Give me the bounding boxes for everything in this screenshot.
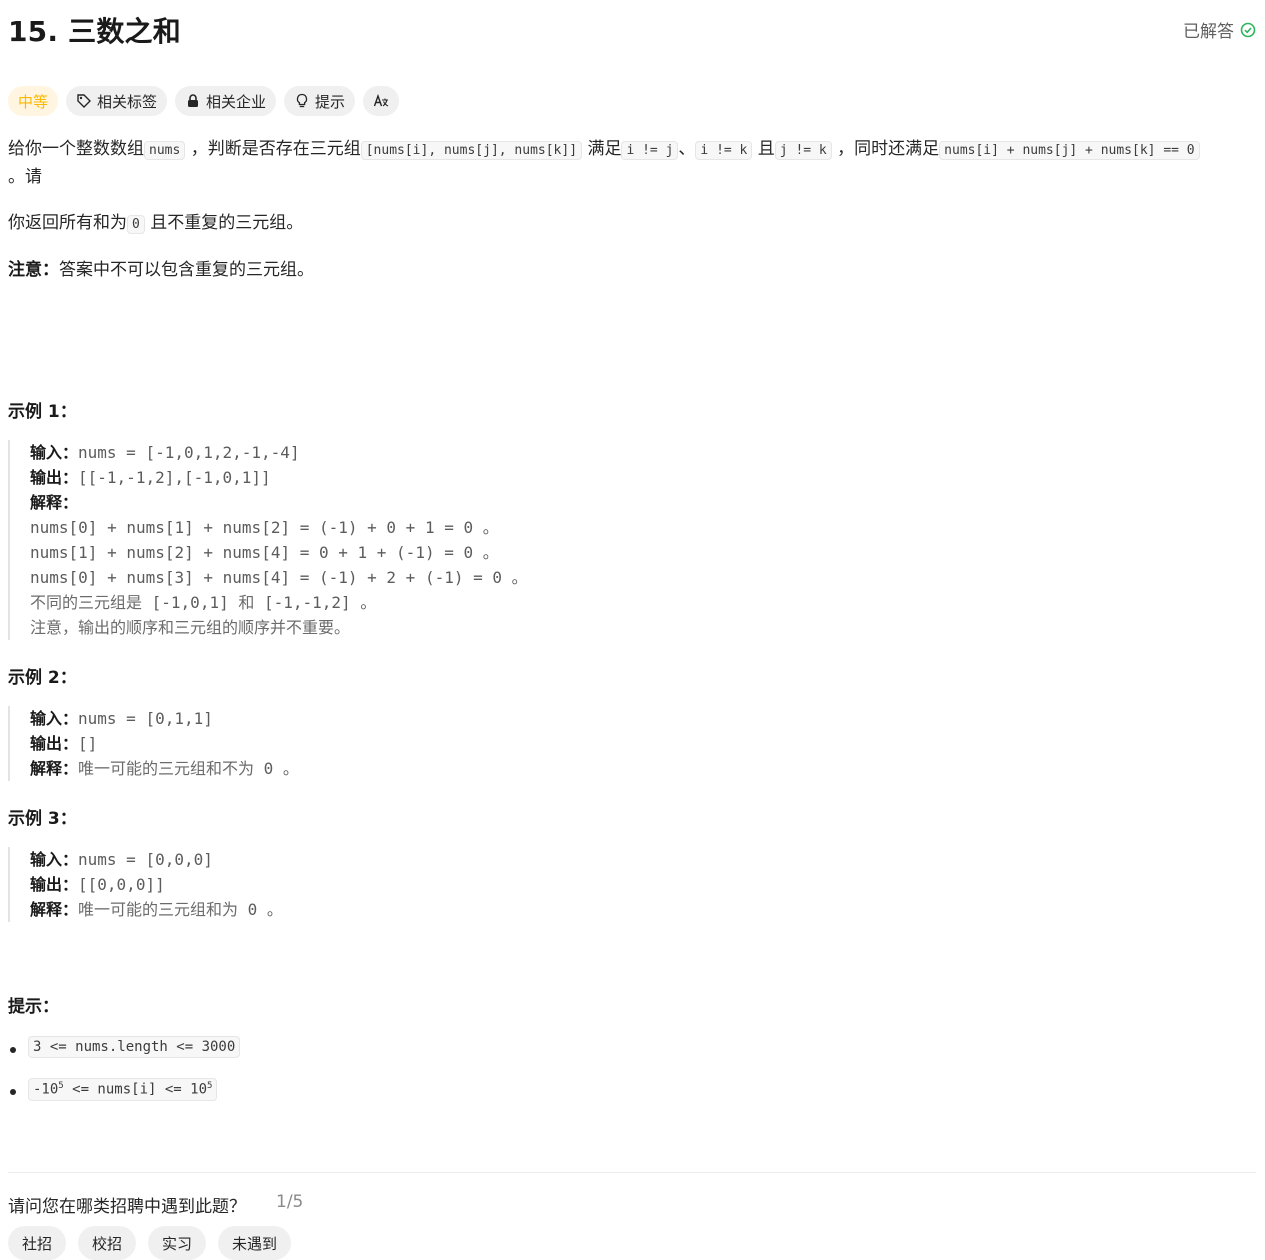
solved-status: 已解答 xyxy=(1183,17,1256,42)
related-companies-label: 相关企业 xyxy=(206,92,267,111)
problem-description: 给你一个整数数组 nums ，判断是否存在三元组 [nums[i], nums[j]… xyxy=(8,136,1208,303)
explain-text: 唯一可能的三元组和不为 xyxy=(78,759,255,778)
example-1-title: 示例 1： xyxy=(8,402,77,422)
output-label: 输出： xyxy=(30,468,79,487)
survey-page-indicator: 1/5 xyxy=(276,1192,304,1212)
example-3-block: 输入：nums = [0,0,0] 输出：[[0,0,0]] 解释：唯一可能的三… xyxy=(8,847,283,922)
example-output: [[-1,-1,2],[-1,0,1]] xyxy=(78,468,271,487)
inline-code: nums xyxy=(144,141,186,160)
problem-header: 15. 三数之和 已解答 xyxy=(8,0,1256,60)
example-input: nums = [0,1,1] xyxy=(78,709,213,728)
description-paragraph-2: 你返回所有和为 0 且不重复的三元组。 xyxy=(8,213,304,234)
example-3-title: 示例 3： xyxy=(8,809,77,829)
problem-title[interactable]: 15. 三数之和 xyxy=(8,10,181,50)
explain-text: 唯一可能的三元组和为 xyxy=(78,900,239,919)
explain-line: 不同的三元组是 [-1,0,1] 和 [-1,-1,2] 。 xyxy=(30,593,377,612)
explain-value: 0 。 xyxy=(238,900,283,919)
hint-button[interactable]: 提示 xyxy=(284,86,356,116)
lightbulb-icon xyxy=(296,93,308,108)
explain-label: 解释： xyxy=(30,900,79,919)
constraints-list: 3 <= nums.length <= 3000 -105 <= nums[i]… xyxy=(8,1036,241,1120)
tag-bar: 中等 相关标签 相关企业 提示 xyxy=(8,86,400,116)
constraint-item: 3 <= nums.length <= 3000 xyxy=(8,1036,241,1078)
related-tags-label: 相关标签 xyxy=(97,92,158,111)
check-circle-icon xyxy=(1240,22,1256,37)
inline-code: j != k xyxy=(774,141,832,160)
output-label: 输出： xyxy=(30,875,79,894)
survey-question: 请问您在哪类招聘中遇到此题？ xyxy=(8,1197,246,1217)
explain-line: nums[0] + nums[3] + nums[4] = (-1) + 2 +… xyxy=(30,568,528,587)
explain-line: 注意，输出的顺序和三元组的顺序并不重要。 xyxy=(30,618,351,637)
solved-label: 已解答 xyxy=(1183,22,1234,42)
example-output: [] xyxy=(78,734,98,753)
tag-icon xyxy=(77,94,92,108)
constraint-code: 3 <= nums.length <= 3000 xyxy=(28,1036,241,1058)
explain-label: 解释： xyxy=(30,493,79,512)
example-2-title: 示例 2： xyxy=(8,668,77,688)
related-companies-button[interactable]: 相关企业 xyxy=(175,86,277,116)
example-input: nums = [-1,0,1,2,-1,-4] xyxy=(78,443,300,462)
survey-option-campus[interactable]: 校招 xyxy=(78,1226,137,1260)
input-label: 输入： xyxy=(30,443,79,462)
difficulty-label: 中等 xyxy=(18,92,49,111)
related-tags-button[interactable]: 相关标签 xyxy=(66,86,168,116)
lock-icon xyxy=(188,94,199,107)
description-paragraph-1: 给你一个整数数组 nums ，判断是否存在三元组 [nums[i], nums[j]… xyxy=(8,136,1208,191)
hint-label: 提示 xyxy=(315,92,346,111)
translate-icon xyxy=(373,93,389,107)
inline-code: 0 xyxy=(127,215,145,234)
explain-line: nums[1] + nums[2] + nums[4] = 0 + 1 + (-… xyxy=(30,543,499,562)
input-label: 输入： xyxy=(30,850,79,869)
note-text: 答案中不可以包含重复的三元组。 xyxy=(59,260,314,280)
inline-code: i != k xyxy=(695,141,753,160)
explain-line: nums[0] + nums[1] + nums[2] = (-1) + 0 +… xyxy=(30,518,499,537)
explain-value: 0 。 xyxy=(254,759,299,778)
input-label: 输入： xyxy=(30,709,79,728)
survey-option-social[interactable]: 社招 xyxy=(8,1226,67,1260)
constraint-code: -105 <= nums[i] <= 105 xyxy=(28,1078,218,1101)
problem-page: 15. 三数之和 已解答 中等 相关标签 相关企业 提示 给你一个整数数组 nu… xyxy=(8,0,1256,1260)
example-input: nums = [0,0,0] xyxy=(78,850,213,869)
example-output: [[0,0,0]] xyxy=(78,875,165,894)
explain-label: 解释： xyxy=(30,759,79,778)
survey-option-intern[interactable]: 实习 xyxy=(148,1226,207,1260)
output-label: 输出： xyxy=(30,734,79,753)
inline-code: i != j xyxy=(621,141,679,160)
survey-options: 社招 校招 实习 未遇到 xyxy=(8,1226,292,1260)
constraint-item: -105 <= nums[i] <= 105 xyxy=(8,1078,240,1120)
inline-code: [nums[i], nums[j], nums[k]] xyxy=(360,141,583,160)
example-1-block: 输入：nums = [-1,0,1,2,-1,-4] 输出：[[-1,-1,2]… xyxy=(8,440,528,640)
company-survey: 请问您在哪类招聘中遇到此题？ 1/5 xyxy=(8,1192,303,1217)
survey-option-never[interactable]: 未遇到 xyxy=(218,1226,292,1260)
constraints-title: 提示： xyxy=(8,997,59,1017)
difficulty-tag[interactable]: 中等 xyxy=(8,86,59,116)
note-label: 注意： xyxy=(8,260,59,280)
translate-button[interactable] xyxy=(363,86,400,116)
description-note: 注意：答案中不可以包含重复的三元组。 xyxy=(8,257,1208,284)
example-2-block: 输入：nums = [0,1,1] 输出：[] 解释：唯一可能的三元组和不为 0… xyxy=(8,706,299,781)
section-divider xyxy=(8,1172,1256,1173)
inline-code: nums[i] + nums[j] + nums[k] == 0 xyxy=(939,141,1200,160)
